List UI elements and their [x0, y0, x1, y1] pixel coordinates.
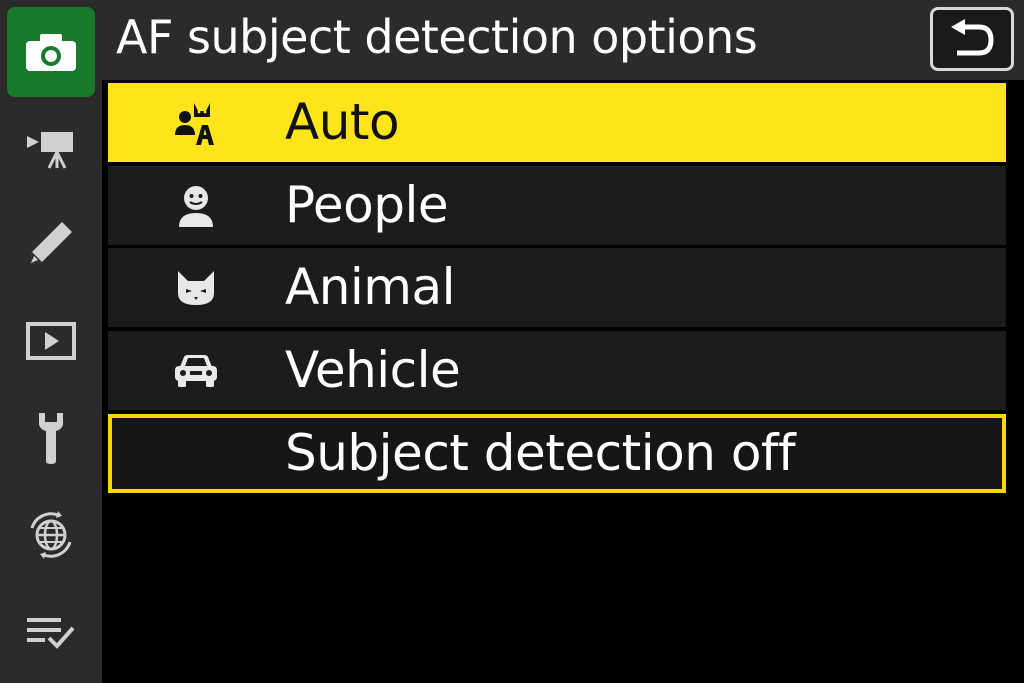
option-people[interactable]: People — [108, 166, 1006, 245]
playback-icon — [26, 322, 76, 360]
page-title: AF subject detection options — [116, 10, 758, 64]
back-button[interactable] — [930, 7, 1014, 71]
menu-header: AF subject detection options — [102, 0, 1024, 80]
option-label: Animal — [285, 257, 456, 316]
playback-menu-tab[interactable] — [7, 296, 95, 386]
photo-shooting-menu-tab[interactable] — [7, 7, 95, 97]
custom-settings-menu-tab[interactable] — [7, 198, 95, 288]
option-auto[interactable]: Auto — [108, 83, 1006, 162]
return-arrow-icon — [951, 19, 994, 56]
option-label: Auto — [285, 92, 400, 151]
setup-menu-tab[interactable] — [7, 392, 95, 482]
option-label: Vehicle — [285, 340, 461, 399]
network-globe-icon — [30, 511, 72, 559]
option-animal[interactable]: Animal — [108, 248, 1006, 327]
option-vehicle[interactable]: Vehicle — [108, 331, 1006, 410]
video-recording-menu-tab[interactable] — [7, 103, 95, 193]
person-icon — [166, 181, 226, 231]
option-subject-detection-off[interactable]: Subject detection off — [108, 414, 1006, 493]
wrench-icon — [39, 413, 63, 464]
network-menu-tab[interactable] — [7, 490, 95, 580]
menu-sidebar — [0, 0, 102, 683]
animal-icon — [166, 263, 226, 313]
pencil-icon — [30, 222, 72, 264]
car-icon — [166, 346, 226, 396]
auto-subject-icon — [166, 98, 226, 148]
my-menu-checklist-icon — [27, 618, 75, 649]
camera-icon — [26, 34, 76, 71]
movie-camera-icon — [27, 132, 73, 169]
camera-menu-screen: AF subject detection options Auto People… — [0, 0, 1024, 683]
option-label: Subject detection off — [285, 423, 796, 482]
option-label: People — [285, 175, 449, 234]
my-menu-tab[interactable] — [7, 587, 95, 677]
